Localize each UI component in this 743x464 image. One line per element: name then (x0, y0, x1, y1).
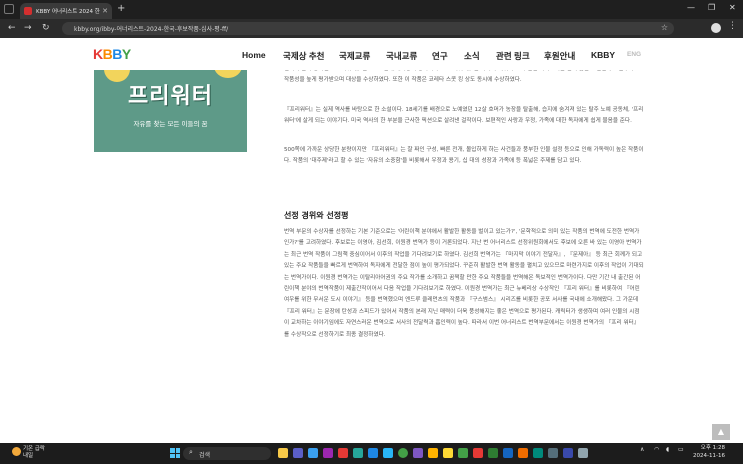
nav-sponsorship[interactable]: 후원안내 (544, 50, 575, 62)
article-content: 프리워터 자유를 찾는 모든 이들의 꿈 번역 부문 수상작인 『프리워터』는 … (0, 70, 743, 443)
nav-international-award[interactable]: 국제상 추천 (283, 50, 324, 62)
nav-research[interactable]: 연구 (432, 50, 448, 62)
nav-english[interactable]: ENG (627, 51, 641, 58)
article-paragraph: 번역 부문의 수상자를 선정하는 기본 기준으로는 '어린이책 분야에서 활발한… (284, 229, 644, 338)
battery-icon[interactable]: ▭ (678, 446, 684, 453)
address-bar[interactable]: kbby.org/ibby-어너리스트-2024-한국-후보작품-심사-평-ff… (62, 22, 674, 35)
cover-subtitle: 자유를 찾는 모든 이들의 꿈 (133, 120, 208, 128)
scroll-to-top-button[interactable]: ▲ (712, 424, 730, 440)
browser-tabbar: KBBY 어너리스트 2024 한국 후보... ✕ + — ❐ ✕ (0, 0, 743, 19)
weather-widget[interactable]: 기온 급락 내일 (23, 446, 45, 460)
app-icon[interactable] (338, 448, 348, 458)
url-text: kbby.org/ibby-어너리스트-2024-한국-후보작품-심사-평-ff… (74, 26, 229, 33)
article-paragraph: 번역 부문 수상작인 『프리워터』는 2023년 뉴베리상 수상작이다. 『프리… (284, 70, 639, 84)
close-window-icon[interactable]: ✕ (729, 3, 736, 12)
book-cover-image: 프리워터 자유를 찾는 모든 이들의 꿈 (94, 70, 247, 152)
wifi-icon[interactable]: ◠ (654, 446, 659, 453)
nav-domestic-exchange[interactable]: 국내교류 (386, 50, 417, 62)
volume-icon[interactable]: ◖ (666, 446, 669, 453)
tray-chevron-icon[interactable]: ∧ (640, 446, 644, 453)
tab-title: KBBY 어너리스트 2024 한국 후보... (36, 9, 100, 15)
back-icon[interactable]: ← (8, 22, 16, 34)
article-paragraph: 500쪽에 가까운 상당한 분량이지만 『프리워터』는 잘 짜인 구성, 빠른 … (284, 147, 644, 165)
nav-related-links[interactable]: 관련 링크 (496, 50, 530, 62)
kakaotalk-icon[interactable] (443, 448, 453, 458)
edge-icon[interactable] (308, 448, 318, 458)
profile-avatar[interactable] (711, 23, 721, 33)
tab-close-icon[interactable]: ✕ (102, 7, 108, 15)
file-explorer-icon[interactable] (278, 448, 288, 458)
browser-tab-active[interactable]: KBBY 어너리스트 2024 한국 후보... ✕ (20, 3, 112, 19)
nav-home[interactable]: Home (242, 50, 266, 60)
word-icon[interactable] (503, 448, 513, 458)
start-menu-icon[interactable] (170, 448, 180, 458)
site-header: KBBY Home 국제상 추천 국제교류 국내교류 연구 소식 관련 링크 후… (0, 38, 743, 70)
favicon-icon (24, 7, 32, 15)
tab-list-icon[interactable] (4, 4, 14, 14)
chrome-icon[interactable] (398, 448, 408, 458)
taskbar-clock[interactable]: 오후 1:28 2024-11-16 (693, 445, 725, 460)
nav-kbby[interactable]: KBBY (591, 50, 615, 60)
maximize-icon[interactable]: ❐ (708, 3, 715, 12)
taskbar-search[interactable]: ⌕ 검색 (183, 447, 271, 460)
minimize-icon[interactable]: — (687, 3, 695, 12)
app-icon[interactable] (368, 448, 378, 458)
teams-icon[interactable] (293, 448, 303, 458)
app-icon[interactable] (353, 448, 363, 458)
app-icon[interactable] (563, 448, 573, 458)
weather-icon[interactable] (12, 447, 21, 456)
app-icon[interactable] (548, 448, 558, 458)
taskbar: 기온 급락 내일 ⌕ 검색 ∧ ◠ ◖ ▭ 오후 1:28 2024-11-16 (0, 443, 743, 464)
bookmark-star-icon[interactable]: ☆ (661, 23, 668, 32)
powerpoint-icon[interactable] (473, 448, 483, 458)
app-icon[interactable] (458, 448, 468, 458)
article-paragraph: 『프리워터』는 실제 역사를 바탕으로 한 소설이다. 18세기를 배경으로 노… (284, 107, 644, 125)
search-icon: ⌕ (189, 448, 193, 456)
search-placeholder: 검색 (199, 452, 211, 459)
reload-icon[interactable]: ↻ (42, 22, 50, 34)
nav-international-exchange[interactable]: 국제교류 (339, 50, 370, 62)
new-tab-icon[interactable]: + (117, 3, 125, 15)
excel-icon[interactable] (488, 448, 498, 458)
app-icon[interactable] (518, 448, 528, 458)
app-icon[interactable] (383, 448, 393, 458)
forward-icon[interactable]: → (24, 22, 32, 34)
browser-menu-icon[interactable]: ⋮ (728, 21, 737, 31)
browser-toolbar: ← → ↻ kbby.org/ibby-어너리스트-2024-한국-후보작품-심… (0, 19, 743, 38)
nav-news[interactable]: 소식 (464, 50, 480, 62)
app-icon[interactable] (578, 448, 588, 458)
cover-title: 프리워터 (128, 84, 213, 109)
app-icon[interactable] (413, 448, 423, 458)
app-icon[interactable] (533, 448, 543, 458)
section-heading: 선정 경위와 선정평 (284, 211, 349, 220)
app-icon[interactable] (323, 448, 333, 458)
app-icon[interactable] (428, 448, 438, 458)
site-logo[interactable]: KBBY (93, 46, 131, 62)
